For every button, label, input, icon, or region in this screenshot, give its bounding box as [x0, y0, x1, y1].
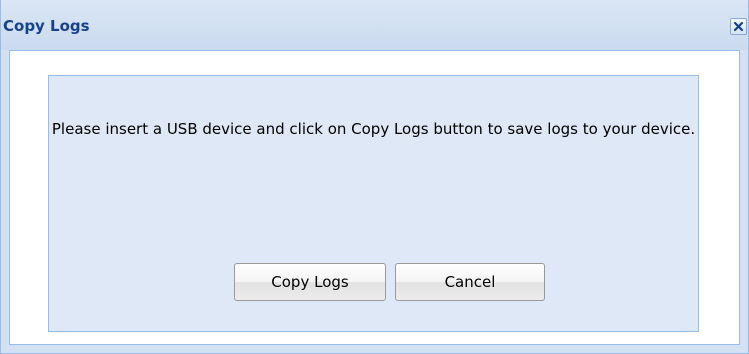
close-icon: [733, 21, 744, 32]
copy-logs-button[interactable]: Copy Logs: [234, 263, 386, 301]
close-button[interactable]: [730, 18, 747, 35]
copy-logs-dialog: Copy Logs Please insert a USB device and…: [0, 0, 749, 354]
dialog-content: Please insert a USB device and click on …: [48, 75, 699, 332]
cancel-button[interactable]: Cancel: [395, 263, 545, 301]
dialog-message: Please insert a USB device and click on …: [51, 120, 696, 138]
dialog-titlebar[interactable]: Copy Logs: [1, 0, 748, 50]
dialog-title: Copy Logs: [3, 17, 90, 35]
dialog-body: Please insert a USB device and click on …: [9, 50, 740, 345]
